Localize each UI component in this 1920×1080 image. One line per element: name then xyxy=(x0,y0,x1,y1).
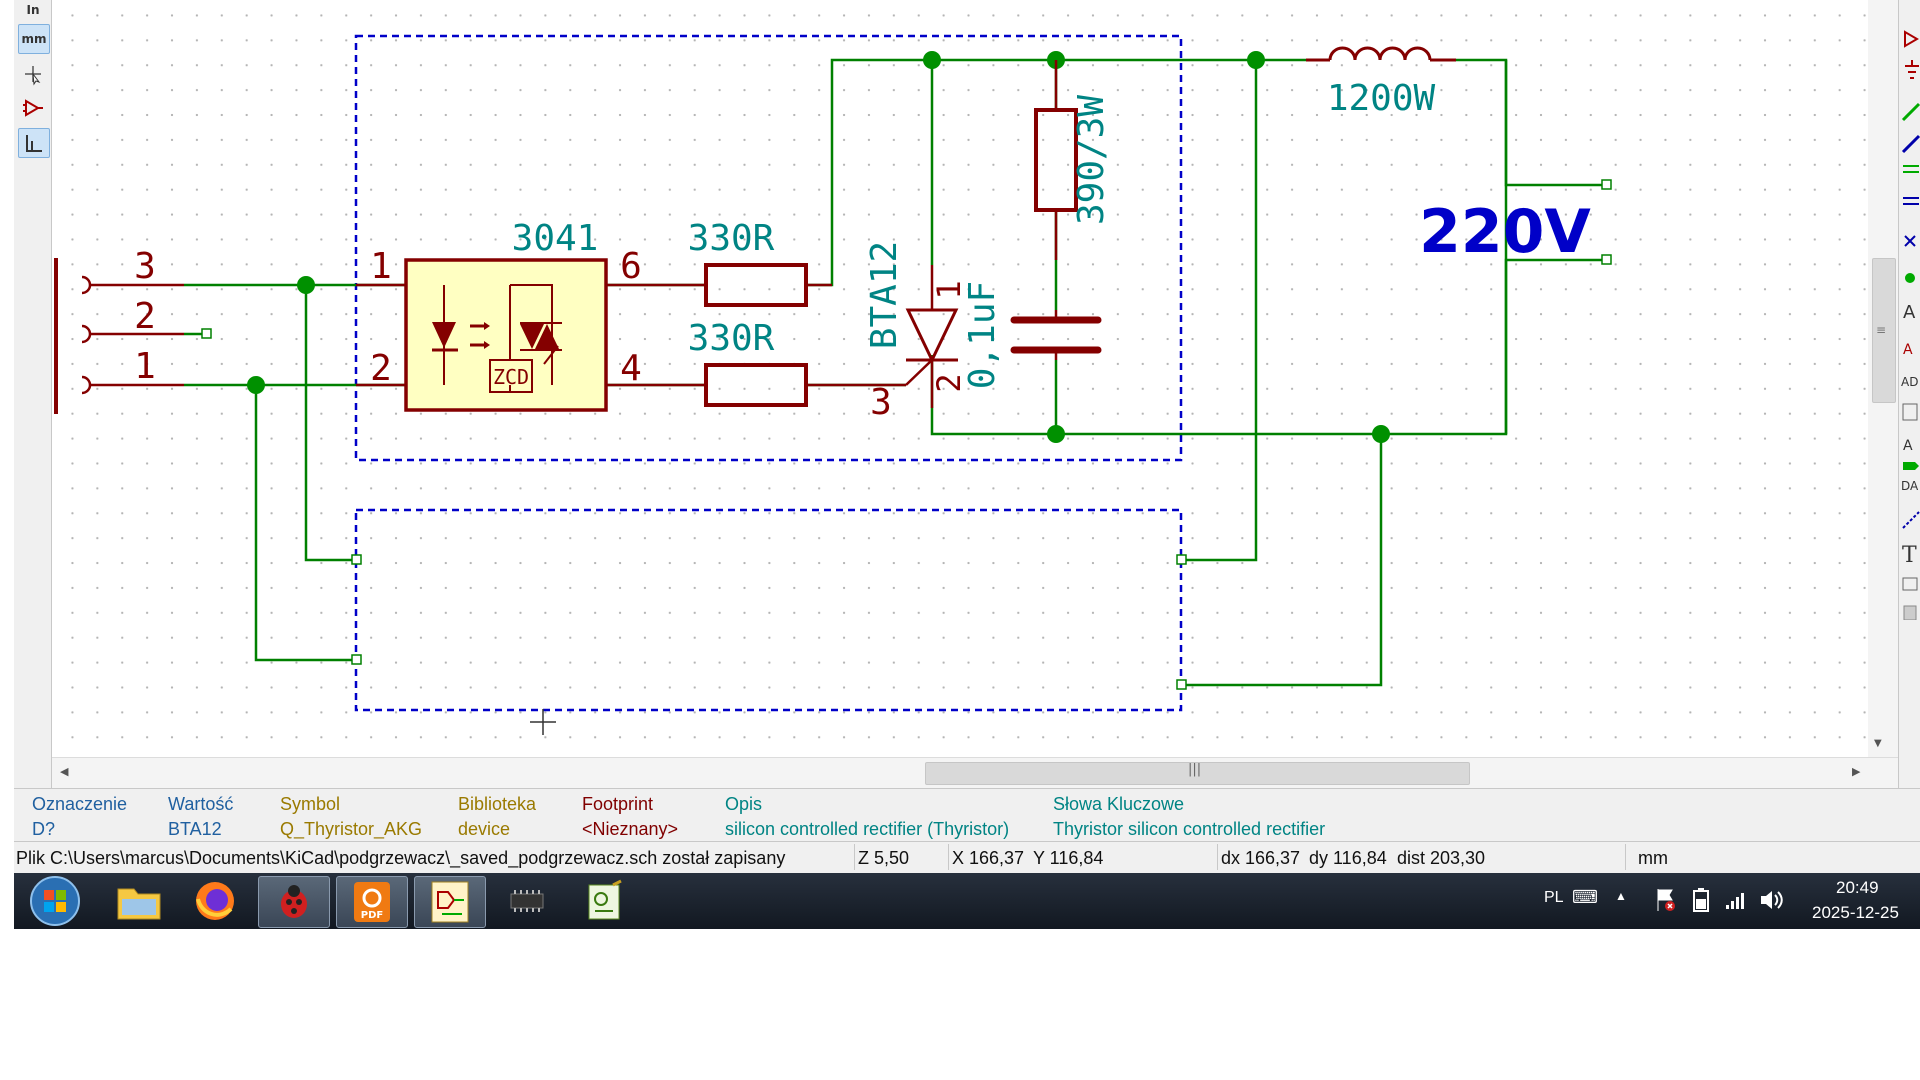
optocoupler-3041[interactable]: ZCD 3041 1 2 6 4 xyxy=(356,218,656,412)
volume-icon[interactable] xyxy=(1758,887,1786,913)
heater-load[interactable]: 1200W xyxy=(1306,46,1456,119)
wires[interactable] xyxy=(184,58,1606,687)
schematic-drawing: 3 2 1 ZCD 3041 1 2 6 4 330R 330R BTA12 1… xyxy=(54,34,1612,735)
header-wartosc: Wartość xyxy=(168,794,234,814)
opto-pin-1: 1 xyxy=(370,246,392,287)
snubber-resistor[interactable]: 390/3W xyxy=(1034,60,1112,260)
firefox-icon xyxy=(196,882,234,920)
svg-text:PDF: PDF xyxy=(361,910,383,921)
right-tool-icons[interactable]: A A AD A DA T xyxy=(1899,0,1920,621)
opto-pin-2: 2 xyxy=(370,348,392,389)
schematic-icon xyxy=(431,881,469,923)
ladybug-icon xyxy=(281,885,307,918)
right-toolbar: A A AD A DA T xyxy=(1898,0,1920,788)
header-oznaczenie: Oznaczenie xyxy=(32,794,128,814)
taskbar-explorer[interactable] xyxy=(104,876,174,926)
header-footprint: Footprint xyxy=(582,794,654,814)
crosshair-cursor xyxy=(530,709,556,735)
taskbar-eeschema[interactable] xyxy=(414,876,486,928)
triac-pin-3: 3 xyxy=(870,382,892,423)
resistor-top[interactable]: 330R xyxy=(656,218,832,307)
resistor-bottom[interactable]: 330R xyxy=(656,318,832,407)
status-units: mm xyxy=(1638,848,1668,868)
value-oznaczenie: D? xyxy=(32,819,56,839)
taskbar-gerber-app[interactable] xyxy=(570,876,640,926)
connector-pin-1: 1 xyxy=(134,346,156,387)
status-bar: Plik C:\Users\marcus\Documents\KiCad\pod… xyxy=(14,841,1920,874)
battery-icon[interactable] xyxy=(1690,887,1712,913)
keyboard-icon[interactable]: ⌨ xyxy=(1572,887,1598,908)
clock-time[interactable]: 20:49 xyxy=(1836,878,1879,898)
status-message: Plik C:\Users\marcus\Documents\KiCad\pod… xyxy=(16,848,786,868)
message-panel: Oznaczenie D? Wartość BTA12 Symbol Q_Thy… xyxy=(14,788,1920,841)
gerber-icon xyxy=(588,879,622,920)
scroll-right-arrow-icon[interactable]: ▶ xyxy=(1852,765,1860,778)
action-center-flag-icon[interactable] xyxy=(1654,887,1678,913)
resistor-top-value: 330R xyxy=(688,218,775,259)
pdf-icon: PDF xyxy=(354,882,390,922)
status-dy: dy 116,84 xyxy=(1309,848,1387,868)
taskbar: PDF PL ⌨ ▲ 20:49 2025-12-25 xyxy=(14,873,1920,929)
triac-ref: BTA12 xyxy=(864,241,905,349)
signal-icon[interactable] xyxy=(1724,889,1748,911)
start-button[interactable] xyxy=(20,876,90,926)
windows-logo-icon xyxy=(30,876,80,926)
svg-text:T: T xyxy=(1902,543,1917,568)
snubber-capacitor[interactable]: 0,1uF xyxy=(962,281,1102,389)
scroll-down-arrow-icon[interactable]: ▼ xyxy=(1874,738,1882,749)
connector-symbol[interactable]: 3 2 1 xyxy=(54,246,184,414)
grip-icon: ≡ xyxy=(1876,323,1887,337)
mains-label: 220V xyxy=(1419,197,1591,267)
value-slowa-kluczowe: Thyristor silicon controlled rectifier xyxy=(1053,819,1326,839)
opto-pin-6: 6 xyxy=(620,246,642,287)
header-slowa-kluczowe: Słowa Kluczowe xyxy=(1053,794,1185,814)
status-x: X 166,37 xyxy=(952,848,1025,868)
connector-pin-3: 3 xyxy=(134,246,156,287)
taskbar-pdf-app[interactable]: PDF xyxy=(336,876,408,928)
h-grip-icon: ||| xyxy=(1188,762,1202,777)
optocoupler-ref: 3041 xyxy=(512,218,599,259)
status-zoom: Z 5,50 xyxy=(858,848,910,868)
status-dx: dx 166,37 xyxy=(1221,848,1301,868)
value-footprint: <Nieznany> xyxy=(582,819,679,839)
snubber-resistor-value: 390/3W xyxy=(1071,95,1112,225)
opto-pin-4: 4 xyxy=(620,348,642,389)
header-opis: Opis xyxy=(725,794,763,814)
language-indicator[interactable]: PL xyxy=(1544,889,1564,907)
value-wartosc: BTA12 xyxy=(168,819,222,839)
taskbar-firefox[interactable] xyxy=(180,876,250,926)
snubber-capacitor-value: 0,1uF xyxy=(962,281,1003,389)
load-value: 1200W xyxy=(1327,78,1436,119)
svg-text:DA: DA xyxy=(1901,479,1919,493)
svg-text:A: A xyxy=(1903,342,1913,358)
value-biblioteka: device xyxy=(458,819,511,839)
resistor-bottom-value: 330R xyxy=(688,318,775,359)
svg-text:A: A xyxy=(1903,302,1916,323)
triac-bta12[interactable]: BTA12 1 2 3 xyxy=(832,241,968,423)
header-biblioteka: Biblioteka xyxy=(458,794,537,814)
connector-pin-2: 2 xyxy=(134,296,156,337)
folder-icon xyxy=(117,888,161,920)
show-hidden-icons-icon[interactable]: ▲ xyxy=(1615,889,1627,903)
svg-text:AD: AD xyxy=(1901,375,1918,389)
value-opis: silicon controlled rectifier (Thyristor) xyxy=(725,819,1010,839)
hier-sheet-bottom[interactable] xyxy=(354,508,1183,712)
status-dist: dist 203,30 xyxy=(1397,848,1486,868)
taskbar-chip-app[interactable] xyxy=(492,876,562,926)
status-y: Y 116,84 xyxy=(1033,848,1104,868)
header-symbol: Symbol xyxy=(280,794,341,814)
clock-date[interactable]: 2025-12-25 xyxy=(1812,903,1899,923)
taskbar-bug-app[interactable] xyxy=(258,876,330,928)
chip-icon xyxy=(510,890,544,912)
scroll-left-arrow-icon[interactable]: ◀ xyxy=(60,765,68,778)
value-symbol: Q_Thyristor_AKG xyxy=(280,819,423,839)
svg-text:A: A xyxy=(1903,438,1913,454)
